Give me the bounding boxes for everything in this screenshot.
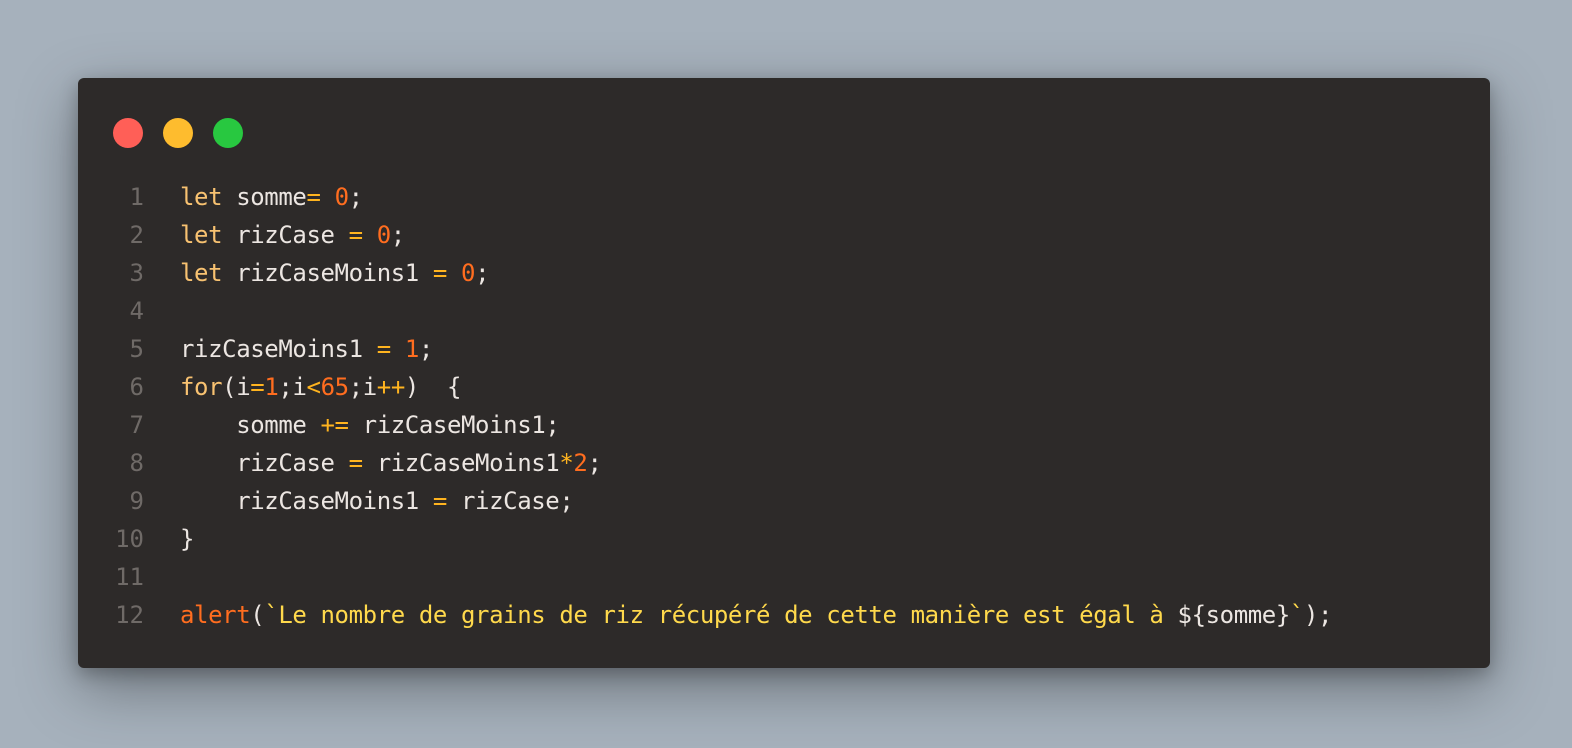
code-token: somme — [222, 183, 307, 211]
code-token: = — [348, 221, 363, 249]
code-token: rizCaseMoins1 — [180, 335, 377, 363]
line-number: 6 — [129, 373, 144, 401]
line-code: rizCase = rizCaseMoins1*2; — [144, 444, 1490, 482]
code-token: = — [432, 487, 447, 515]
code-token: = — [306, 183, 321, 211]
code-token: = — [348, 449, 363, 477]
code-line[interactable]: 3 let rizCaseMoins1 = 0; — [78, 254, 1490, 292]
code-token: rizCaseMoins1 — [180, 487, 433, 515]
line-code: rizCaseMoins1 = 1; — [144, 330, 1490, 368]
code-line[interactable]: 9 rizCaseMoins1 = rizCase; — [78, 482, 1490, 520]
code-token: ++ — [376, 373, 406, 401]
code-line[interactable]: 8 rizCase = rizCaseMoins1*2; — [78, 444, 1490, 482]
code-token: somme — [180, 411, 321, 439]
code-token: < — [306, 373, 321, 401]
code-token: rizCaseMoins1 — [222, 259, 433, 287]
code-token: rizCaseMoins1 — [362, 449, 560, 477]
code-token: ; — [418, 335, 433, 363]
line-code: let rizCaseMoins1 = 0; — [144, 254, 1490, 292]
line-number: 12 — [115, 601, 144, 629]
line-code: rizCaseMoins1 = rizCase; — [144, 482, 1490, 520]
code-line[interactable]: 4 — [78, 292, 1490, 330]
line-number: 4 — [129, 297, 144, 325]
code-token: for — [180, 373, 223, 401]
code-token: ;i — [348, 373, 378, 401]
code-token: 0 — [334, 183, 349, 211]
line-number: 11 — [115, 563, 144, 591]
line-code: let somme= 0; — [144, 178, 1490, 216]
code-line[interactable]: 2 let rizCase = 0; — [78, 216, 1490, 254]
code-token: ;i — [278, 373, 307, 401]
code-token: ; — [559, 487, 574, 515]
code-token: = — [432, 259, 447, 287]
minimize-window-icon[interactable] — [163, 118, 193, 148]
line-code: let rizCase = 0; — [144, 216, 1490, 254]
code-line[interactable]: 1 let somme= 0; — [78, 178, 1490, 216]
line-code: alert(`Le nombre de grains de riz récupé… — [144, 596, 1490, 634]
line-number: 8 — [129, 449, 144, 477]
code-line[interactable]: 5 rizCaseMoins1 = 1; — [78, 330, 1490, 368]
code-token: (i — [222, 373, 251, 401]
line-number: 3 — [129, 259, 144, 287]
code-token: rizCase — [180, 449, 349, 477]
code-token: ${somme} — [1177, 601, 1291, 629]
code-token: 2 — [573, 449, 588, 477]
code-line[interactable]: 12 alert(`Le nombre de grains de riz récu… — [78, 596, 1490, 634]
code-editor-window: 1 let somme= 0; 2 let rizCase = 0; 3 let rizC… — [78, 78, 1490, 668]
line-number: 5 — [129, 335, 144, 363]
code-token: * — [559, 449, 574, 477]
code-token: 0 — [376, 221, 391, 249]
line-number: 2 — [129, 221, 144, 249]
code-line[interactable]: 10} — [78, 520, 1490, 558]
code-token: rizCase — [446, 487, 560, 515]
code-token: ; — [390, 221, 405, 249]
code-token: ; — [545, 411, 560, 439]
line-number: 7 — [129, 411, 144, 439]
code-token: 1 — [264, 373, 279, 401]
code-token: 65 — [320, 373, 350, 401]
line-code: somme += rizCaseMoins1; — [144, 406, 1490, 444]
code-token: ) { — [404, 373, 462, 401]
line-code: for(i=1;i<65;i++) { — [144, 368, 1490, 406]
code-token: rizCaseMoins1 — [348, 411, 546, 439]
line-code: } — [144, 520, 1490, 558]
code-token: `Le nombre de grains de riz récupéré de … — [264, 601, 1178, 629]
code-token: rizCase — [222, 221, 349, 249]
code-token: 0 — [461, 259, 476, 287]
line-number: 1 — [129, 183, 144, 211]
code-token: ` — [1289, 601, 1304, 629]
code-token: 1 — [404, 335, 419, 363]
code-token: let — [180, 259, 223, 287]
code-token: } — [180, 525, 195, 553]
code-token: alert — [180, 601, 251, 629]
code-line[interactable]: 11 — [78, 558, 1490, 596]
code-token: ); — [1303, 601, 1333, 629]
maximize-window-icon[interactable] — [213, 118, 243, 148]
line-number: 9 — [129, 487, 144, 515]
code-token: = — [250, 373, 265, 401]
code-token: += — [320, 411, 350, 439]
code-token: let — [180, 221, 223, 249]
code-token: ( — [250, 601, 265, 629]
close-window-icon[interactable] — [113, 118, 143, 148]
window-controls — [113, 118, 243, 148]
code-area[interactable]: 1 let somme= 0; 2 let rizCase = 0; 3 let rizC… — [78, 178, 1490, 634]
code-token: ; — [587, 449, 602, 477]
code-token: = — [376, 335, 391, 363]
code-token: let — [180, 183, 223, 211]
line-number: 10 — [115, 525, 144, 553]
code-token: ; — [348, 183, 363, 211]
code-line[interactable]: 7 somme += rizCaseMoins1; — [78, 406, 1490, 444]
code-token: ; — [475, 259, 490, 287]
code-line[interactable]: 6 for(i=1;i<65;i++) { — [78, 368, 1490, 406]
